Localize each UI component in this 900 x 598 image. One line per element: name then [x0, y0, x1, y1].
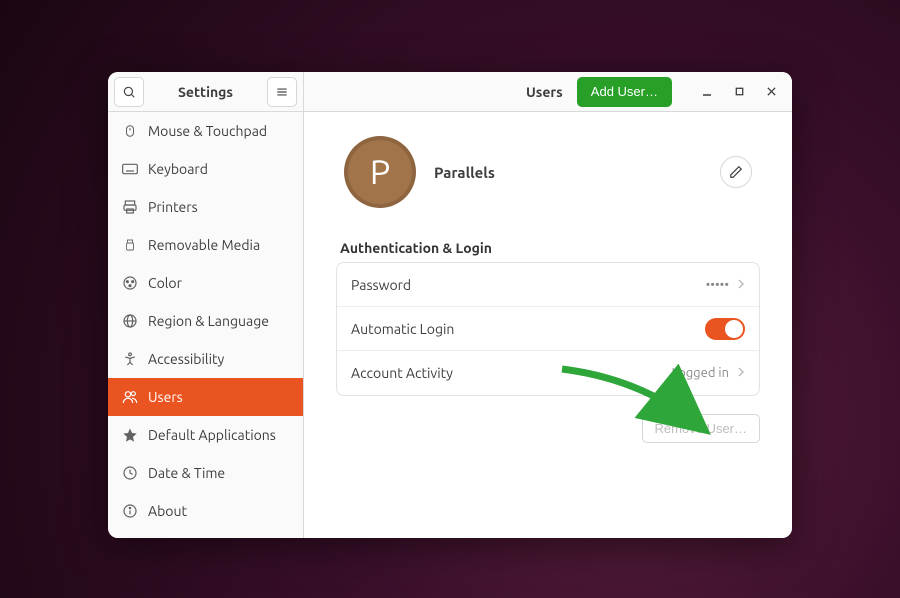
sidebar-item-label: Accessibility: [148, 351, 224, 367]
profile-header: P Parallels: [336, 128, 760, 228]
sidebar-item-default-applications[interactable]: Default Applications: [108, 416, 303, 454]
window-close-button[interactable]: [758, 79, 784, 105]
auth-section-heading: Authentication & Login: [340, 240, 756, 256]
password-row[interactable]: Password •••••: [337, 263, 759, 307]
sidebar-item-label: Users: [148, 389, 183, 405]
info-icon: [122, 503, 138, 519]
sidebar-item-label: Keyboard: [148, 161, 208, 177]
globe-icon: [122, 313, 138, 329]
sidebar-item-region-language[interactable]: Region & Language: [108, 302, 303, 340]
window-maximize-button[interactable]: [726, 79, 752, 105]
pencil-icon: [729, 165, 743, 179]
sidebar-item-mouse-touchpad[interactable]: Mouse & Touchpad: [108, 112, 303, 150]
star-icon: [122, 427, 138, 443]
password-label: Password: [351, 277, 706, 293]
users-icon: [122, 389, 138, 405]
sidebar-item-date-time[interactable]: Date & Time: [108, 454, 303, 492]
sidebar-item-color[interactable]: Color: [108, 264, 303, 302]
clock-icon: [122, 465, 138, 481]
chevron-right-icon: [737, 365, 745, 381]
account-activity-label: Account Activity: [351, 365, 671, 381]
add-user-button[interactable]: Add User…: [577, 77, 672, 107]
sidebar-item-label: About: [148, 503, 187, 519]
sidebar-item-label: Default Applications: [148, 427, 276, 443]
account-activity-row[interactable]: Account Activity Logged in: [337, 351, 759, 395]
keyboard-icon: [122, 161, 138, 177]
sidebar-item-printers[interactable]: Printers: [108, 188, 303, 226]
titlebar-right: Users Add User…: [304, 72, 792, 111]
chevron-right-icon: [737, 277, 745, 293]
sidebar-item-accessibility[interactable]: Accessibility: [108, 340, 303, 378]
sidebar-item-about[interactable]: About: [108, 492, 303, 530]
printer-icon: [122, 199, 138, 215]
user-name: Parallels: [434, 164, 495, 181]
remove-user-button[interactable]: Remove User…: [642, 414, 760, 443]
sidebar-item-label: Region & Language: [148, 313, 269, 329]
auth-list: Password ••••• Automatic Login Account A…: [336, 262, 760, 396]
panel-title: Users: [526, 84, 563, 100]
sidebar-item-removable-media[interactable]: Removable Media: [108, 226, 303, 264]
automatic-login-toggle[interactable]: [705, 318, 745, 340]
automatic-login-row: Automatic Login: [337, 307, 759, 351]
window-body: Mouse & Touchpad Keyboard Printers Removabl…: [108, 112, 792, 538]
app-title: Settings: [144, 84, 267, 100]
menu-button[interactable]: [267, 77, 297, 107]
content-panel: P Parallels Authentication & Login Passw…: [304, 112, 792, 538]
sidebar: Mouse & Touchpad Keyboard Printers Removabl…: [108, 112, 304, 538]
edit-user-button[interactable]: [720, 156, 752, 188]
sidebar-item-label: Date & Time: [148, 465, 225, 481]
avatar[interactable]: P: [344, 136, 416, 208]
close-icon: [766, 86, 777, 97]
search-button[interactable]: [114, 77, 144, 107]
maximize-icon: [734, 86, 745, 97]
search-icon: [122, 85, 136, 99]
password-value: •••••: [706, 278, 729, 292]
account-activity-value: Logged in: [671, 366, 729, 380]
accessibility-icon: [122, 351, 138, 367]
sidebar-item-label: Removable Media: [148, 237, 260, 253]
titlebar-left: Settings: [108, 72, 304, 111]
settings-window: Settings Users Add User… Mouse & Touchpa…: [108, 72, 792, 538]
sidebar-item-label: Mouse & Touchpad: [148, 123, 267, 139]
mouse-icon: [122, 123, 138, 139]
window-minimize-button[interactable]: [694, 79, 720, 105]
color-icon: [122, 275, 138, 291]
sidebar-item-users[interactable]: Users: [108, 378, 303, 416]
titlebar: Settings Users Add User…: [108, 72, 792, 112]
hamburger-icon: [275, 85, 289, 99]
automatic-login-label: Automatic Login: [351, 321, 705, 337]
usb-icon: [122, 237, 138, 253]
sidebar-item-label: Color: [148, 275, 182, 291]
sidebar-item-label: Printers: [148, 199, 198, 215]
sidebar-item-keyboard[interactable]: Keyboard: [108, 150, 303, 188]
minimize-icon: [701, 86, 713, 98]
